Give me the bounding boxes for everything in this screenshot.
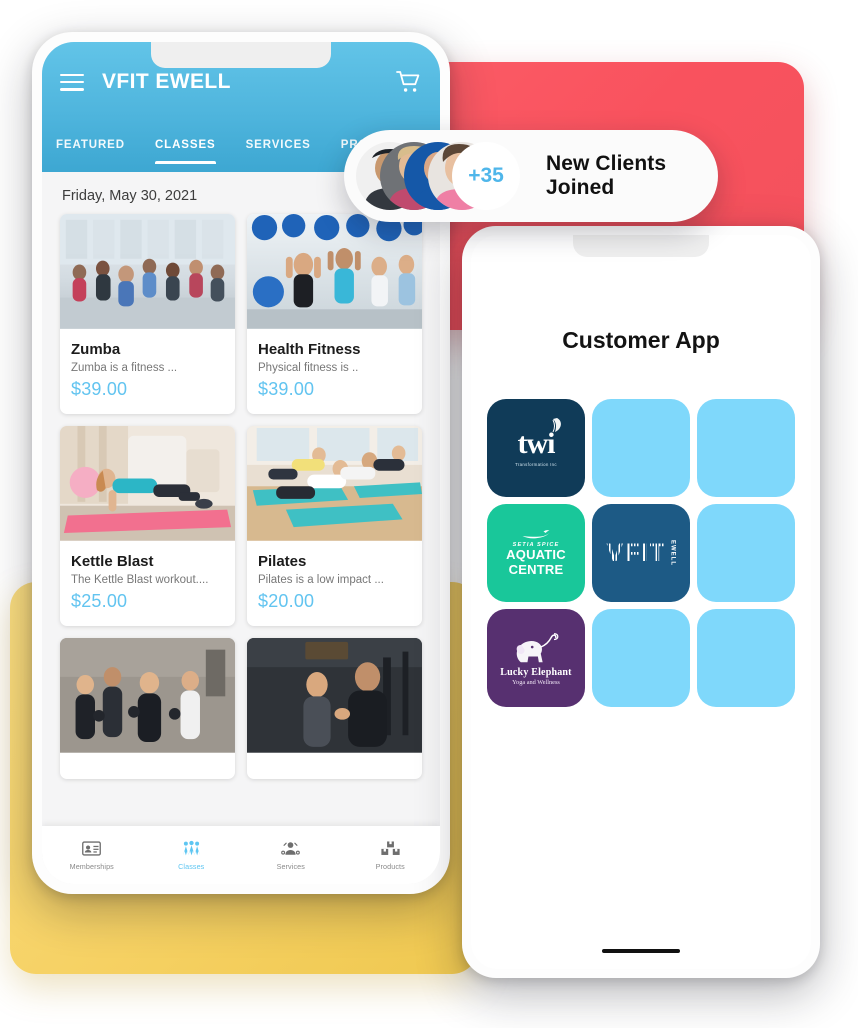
- app-tile-aquatic-centre[interactable]: SETIA SPICE AQUATIC CENTRE: [487, 504, 585, 602]
- class-price: $39.00: [71, 379, 128, 399]
- tab-classes[interactable]: CLASSES: [154, 139, 216, 164]
- app-tile-twi[interactable]: twi Transformation Inc: [487, 399, 585, 497]
- class-card[interactable]: Zumba Zumba is a fitness ... $39.00: [60, 214, 235, 414]
- class-card-body: Kettle Blast The Kettle Blast workout...…: [60, 544, 235, 626]
- app-tile-lucky-elephant[interactable]: Lucky Elephant Yoga and Wellness: [487, 609, 585, 707]
- butterfly-wing-icon: [552, 418, 561, 433]
- nav-item-classes[interactable]: Classes: [142, 840, 242, 871]
- notification-text: New Clients Joined: [546, 152, 667, 199]
- nav-label: Memberships: [69, 861, 114, 871]
- additional-clients-count: +35: [452, 142, 520, 210]
- right-phone-mockup: Customer App twi Transformation Inc SETI…: [462, 226, 820, 978]
- left-phone-notch: [151, 42, 331, 68]
- service-person-icon: [281, 840, 301, 857]
- right-phone-screen: Customer App twi Transformation Inc SETI…: [471, 235, 811, 969]
- app-tile-vfit[interactable]: VFIT EWELL: [592, 504, 690, 602]
- class-description: The Kettle Blast workout....: [71, 574, 209, 586]
- class-card-body: Zumba Zumba is a fitness ... $39.00: [60, 332, 235, 414]
- class-card[interactable]: Health Fitness Physical fitness is .. $3…: [247, 214, 422, 414]
- class-card[interactable]: Pilates Pilates is a low impact ... $20.…: [247, 426, 422, 626]
- nav-label: Classes: [178, 861, 205, 871]
- class-thumbnail-pilates: [247, 426, 422, 544]
- app-tile-placeholder[interactable]: [697, 504, 795, 602]
- vfit-ewell-label: EWELL: [669, 540, 676, 566]
- class-card-body: Pilates Pilates is a low impact ... $20.…: [247, 544, 422, 626]
- app-tile-placeholder[interactable]: [697, 399, 795, 497]
- class-card[interactable]: [60, 638, 235, 779]
- app-tile-placeholder[interactable]: [592, 399, 690, 497]
- class-card-body: Health Fitness Physical fitness is .. $3…: [247, 332, 422, 414]
- group-people-icon: [182, 840, 201, 857]
- membership-card-icon: [82, 840, 102, 857]
- class-name: Kettle Blast: [71, 553, 154, 570]
- avatar-stack: +35: [356, 142, 520, 210]
- nav-label: Services: [276, 861, 305, 871]
- elephant-tagline: Yoga and Wellness: [512, 679, 560, 686]
- class-description: Pilates is a low impact ...: [258, 574, 384, 586]
- elephant-icon: [516, 633, 559, 663]
- class-thumbnail-kettle-blast: [60, 426, 235, 544]
- app-tile-placeholder[interactable]: [697, 609, 795, 707]
- class-card[interactable]: [247, 638, 422, 779]
- right-phone-home-indicator: [602, 949, 680, 953]
- tab-featured[interactable]: FEATURED: [56, 139, 125, 164]
- class-name: Zumba: [71, 341, 121, 358]
- class-thumbnail-row3-right: [247, 638, 422, 756]
- class-thumbnail-zumba: [60, 214, 235, 332]
- class-card-body: [60, 756, 235, 779]
- nav-item-products[interactable]: Products: [341, 840, 441, 871]
- tab-services[interactable]: SERVICES: [246, 139, 311, 164]
- elephant-name-label: Lucky Elephant: [500, 667, 572, 678]
- class-description: Zumba is a fitness ...: [71, 362, 178, 374]
- class-name: Health Fitness: [258, 341, 361, 358]
- class-description: Physical fitness is ..: [258, 362, 359, 374]
- class-list-content: Friday, May 30, 2021 Zumba Zumba is a fi…: [42, 172, 440, 884]
- twi-tagline: Transformation Inc: [515, 462, 557, 467]
- dragon-boat-icon: [522, 530, 550, 539]
- class-price: $25.00: [71, 591, 128, 611]
- nav-item-services[interactable]: Services: [241, 840, 341, 871]
- boxes-icon: [381, 840, 400, 857]
- vfit-wordmark: VFIT: [606, 538, 667, 567]
- app-tile-grid: twi Transformation Inc SETIA SPICE AQUAT…: [471, 354, 811, 707]
- class-card[interactable]: Kettle Blast The Kettle Blast workout...…: [60, 426, 235, 626]
- composition-stage: VFIT EWELL FEATURED CLASSES SERVICES PRO…: [0, 0, 858, 1028]
- new-clients-notification[interactable]: +35 New Clients Joined: [344, 130, 718, 222]
- class-card-body: [247, 756, 422, 779]
- class-card-grid: Zumba Zumba is a fitness ... $39.00 Heal…: [42, 214, 440, 779]
- nav-item-memberships[interactable]: Memberships: [42, 840, 142, 871]
- class-thumbnail-row3-left: [60, 638, 235, 756]
- nav-label: Products: [375, 861, 405, 871]
- class-price: $20.00: [258, 591, 315, 611]
- class-name: Pilates: [258, 553, 307, 570]
- class-thumbnail-health-fitness: [247, 214, 422, 332]
- aquatic-name-label: AQUATIC CENTRE: [506, 546, 566, 577]
- app-tile-placeholder[interactable]: [592, 609, 690, 707]
- class-price: $39.00: [258, 379, 315, 399]
- app-title: VFIT EWELL: [102, 70, 231, 93]
- bottom-navigation: Memberships Classes Services Products: [42, 826, 440, 884]
- shopping-cart-icon[interactable]: [396, 70, 422, 94]
- right-phone-notch: [573, 235, 709, 257]
- hamburger-menu-icon[interactable]: [60, 73, 84, 91]
